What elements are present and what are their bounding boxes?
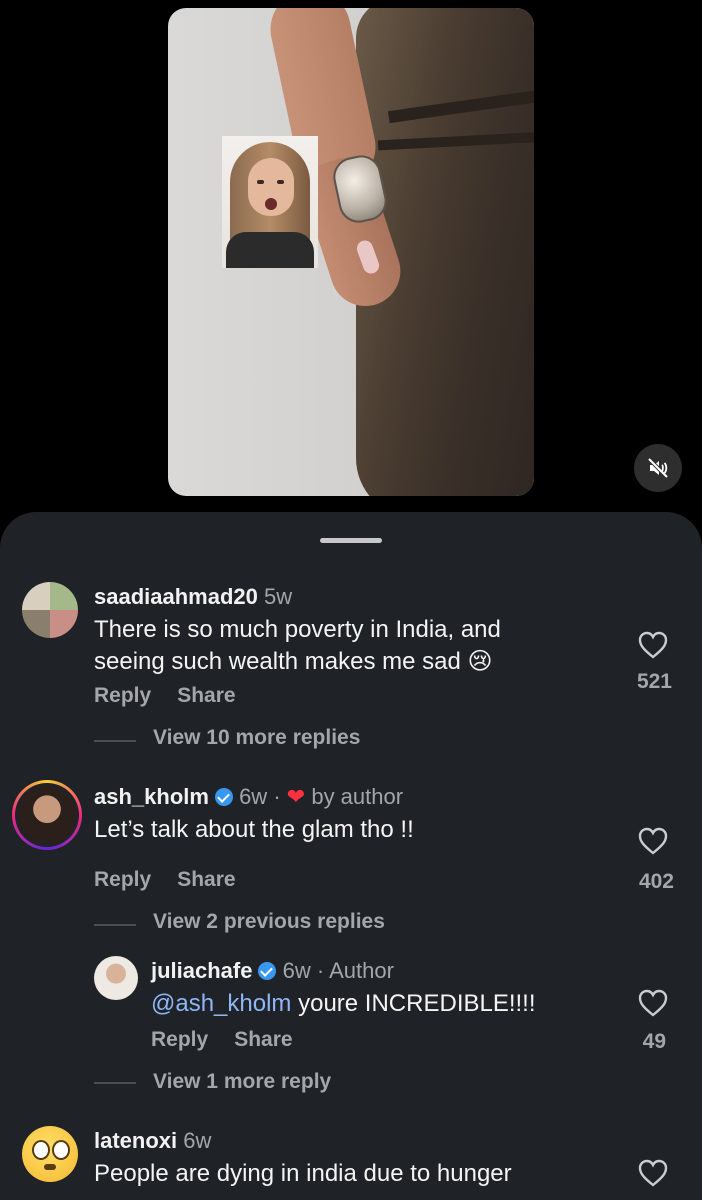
share-button[interactable]: Share (177, 684, 235, 707)
comment-time: 6w (183, 1128, 212, 1153)
reply-button[interactable]: Reply (94, 868, 151, 891)
reply-button[interactable]: Reply (151, 1028, 208, 1051)
view-replies-link[interactable]: View 2 previous replies (153, 910, 385, 934)
comments-sheet: saadiaahmad20 5w There is so much povert… (0, 512, 702, 1200)
comment-time: 6w (239, 784, 268, 809)
picture-in-picture-face (222, 136, 318, 268)
liked-by-author-label: by author (311, 784, 404, 809)
muted-speaker-icon (647, 457, 669, 479)
comment-time: 5w (264, 584, 293, 609)
avatar-emoji[interactable] (22, 1126, 78, 1182)
like-count: 521 (636, 670, 672, 693)
avatar-story-ring[interactable] (12, 780, 82, 850)
comment-time: 6w (282, 958, 311, 983)
like-heart-icon[interactable] (637, 826, 669, 856)
like-count: 49 (642, 1030, 666, 1053)
mention-link[interactable]: @ash_kholm (151, 990, 291, 1017)
verified-badge-icon (258, 962, 277, 980)
like-count: 402 (638, 870, 674, 893)
avatar[interactable] (94, 956, 138, 1000)
view-replies-link[interactable]: View 1 more reply (153, 1070, 331, 1094)
verified-badge-icon (214, 788, 233, 806)
comment-text: Let’s talk about the glam tho !! (94, 816, 414, 843)
comment-username[interactable]: latenoxi (94, 1128, 177, 1153)
red-heart-icon: ❤ (286, 784, 306, 809)
view-replies-link[interactable]: View 10 more replies (153, 726, 360, 750)
reel-video-preview[interactable] (168, 8, 534, 496)
reel-comments-screen: saadiaahmad20 5w There is so much povert… (0, 0, 702, 1200)
comment-username[interactable]: ash_kholm (94, 784, 209, 809)
drag-handle[interactable] (320, 538, 382, 543)
comment-text: @ash_kholm youre INCREDIBLE!!!! (151, 990, 536, 1017)
share-button[interactable]: Share (177, 868, 235, 891)
avatar (18, 786, 76, 844)
share-button[interactable]: Share (234, 1028, 292, 1051)
comment-text: There is so much poverty in India, and s… (94, 616, 501, 675)
comment-username[interactable]: juliachafe (151, 958, 252, 983)
author-tag: Author (329, 958, 394, 983)
avatar[interactable] (22, 582, 78, 638)
like-heart-icon[interactable] (637, 630, 669, 660)
comment-username[interactable]: saadiaahmad20 (94, 584, 258, 609)
like-heart-icon[interactable] (637, 1158, 669, 1188)
like-heart-icon[interactable] (637, 988, 669, 1018)
mute-button[interactable] (634, 444, 682, 492)
reply-button[interactable]: Reply (94, 684, 151, 707)
comment-text: People are dying in india due to hunger (94, 1160, 512, 1187)
